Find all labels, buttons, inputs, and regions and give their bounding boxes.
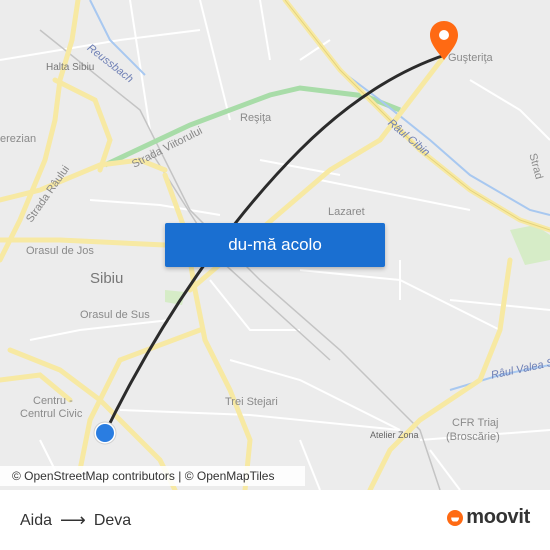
label-sibiu: Sibiu (90, 270, 124, 287)
label-atelier-zona: Atelier Zona (370, 430, 419, 440)
label-orasul-de-sus: Orasul de Sus (80, 309, 150, 321)
route-summary: Aida ⟶ Deva (20, 510, 131, 531)
origin-label: Aida (20, 511, 53, 529)
origin-marker[interactable] (93, 421, 117, 445)
map-attribution[interactable]: © OpenStreetMap contributors | © OpenMap… (0, 466, 305, 486)
label-broscarie: (Broscărie) (446, 431, 500, 443)
label-gusterita: Guşteriţa (448, 52, 493, 64)
destination-label: Deva (93, 511, 132, 529)
label-cfr-triaj: CFR Triaj (452, 417, 499, 429)
take-me-there-button[interactable]: du-mă acolo (165, 223, 385, 267)
label-resita: Reşiţa (240, 112, 272, 124)
arrow-right-icon: ⟶ (60, 510, 86, 530)
label-trei-stejari: Trei Stejari (225, 396, 278, 408)
map[interactable]: Halta Sibiu Reussbach Guşteriţa erezian … (0, 0, 550, 490)
park-east (510, 225, 550, 265)
label-terezian: erezian (0, 133, 37, 145)
label-orasul-de-jos: Orasul de Jos (26, 245, 94, 257)
label-lazaret: Lazaret (328, 206, 365, 218)
label-centru: Centru - (33, 395, 73, 407)
moovit-brand-text: moovit (466, 506, 530, 528)
label-halta-sibiu: Halta Sibiu (46, 62, 95, 73)
moovit-logo-icon (447, 509, 464, 526)
road-outline (284, 0, 550, 231)
label-centrul-civic: Centrul Civic (20, 408, 83, 420)
moovit-logo[interactable]: moovit (447, 506, 530, 529)
